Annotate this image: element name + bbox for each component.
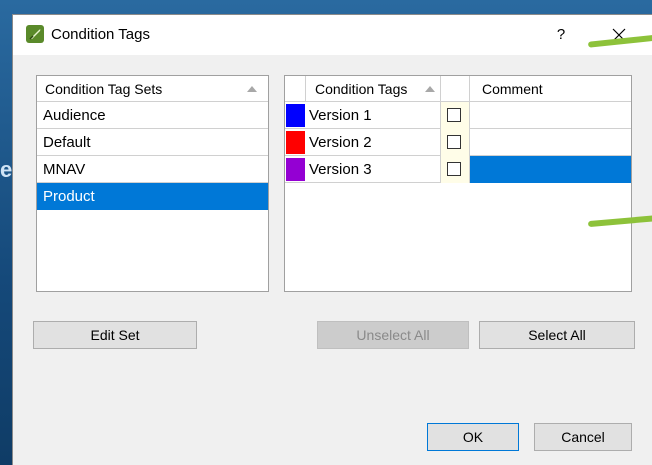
condition-tags-dialog: Condition Tags ? Condition Tag Sets Audi… (12, 14, 652, 465)
select-all-button[interactable]: Select All (479, 321, 635, 349)
condition-tag-row[interactable]: Version 1 (285, 102, 631, 129)
sort-ascending-icon (425, 86, 435, 92)
pen-leaf-icon (26, 25, 44, 43)
tags-header-check (440, 76, 470, 102)
tag-name: Version 3 (309, 161, 372, 178)
tag-color-swatch[interactable] (286, 131, 305, 154)
unselect-all-button[interactable]: Unselect All (317, 321, 469, 349)
cancel-button[interactable]: Cancel (534, 423, 632, 451)
tag-checkbox-cell (440, 102, 470, 129)
tags-header-name-label: Condition Tags (315, 81, 408, 97)
tag-set-item[interactable]: Audience (37, 102, 268, 129)
dialog-title: Condition Tags (51, 26, 150, 43)
sort-ascending-icon (247, 86, 257, 92)
desktop-partial-text: e (0, 157, 13, 182)
tags-header-name[interactable]: Condition Tags (306, 76, 440, 102)
tags-header-blank (285, 76, 306, 102)
ok-button[interactable]: OK (427, 423, 519, 451)
tag-checkbox-cell (440, 129, 470, 156)
tag-comment-cell[interactable] (470, 129, 631, 156)
tag-color-swatch[interactable] (286, 158, 305, 181)
tags-header-comment[interactable]: Comment (470, 76, 631, 102)
edit-set-button[interactable]: Edit Set (33, 321, 197, 349)
tag-set-item[interactable]: Product (37, 183, 268, 210)
condition-tag-row[interactable]: Version 3 (285, 156, 631, 183)
tag-checkbox[interactable] (447, 108, 461, 122)
title-bar[interactable]: Condition Tags ? (13, 15, 652, 55)
condition-tags-table[interactable]: Condition Tags Comment Version 1 Version … (284, 75, 632, 292)
tag-comment-cell[interactable] (470, 102, 631, 129)
tag-checkbox-cell (440, 156, 470, 183)
tag-name: Version 2 (309, 134, 372, 151)
tag-checkbox[interactable] (447, 162, 461, 176)
help-button[interactable]: ? (551, 23, 571, 47)
tag-sets-list[interactable]: Condition Tag Sets Audience Default MNAV Pr… (36, 75, 269, 292)
tag-sets-header[interactable]: Condition Tag Sets (37, 76, 268, 102)
tag-color-swatch[interactable] (286, 104, 305, 127)
condition-tag-row[interactable]: Version 2 (285, 129, 631, 156)
tag-checkbox[interactable] (447, 135, 461, 149)
tag-comment-cell[interactable] (470, 156, 631, 183)
tag-set-item[interactable]: Default (37, 129, 268, 156)
tag-sets-header-label: Condition Tag Sets (45, 81, 163, 97)
tag-set-item[interactable]: MNAV (37, 156, 268, 183)
tags-header-comment-label: Comment (482, 81, 543, 97)
tag-name: Version 1 (309, 107, 372, 124)
